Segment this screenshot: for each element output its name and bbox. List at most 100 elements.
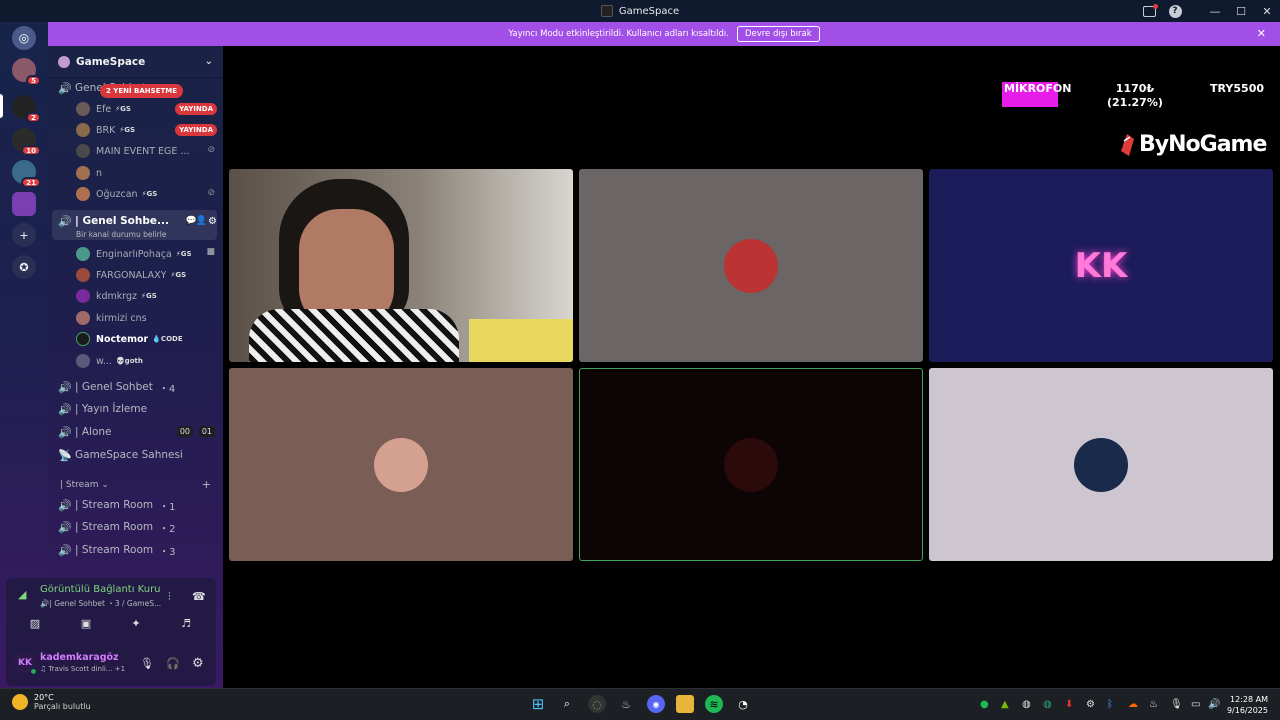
voice-user[interactable]: MAIN EVENT EGE ... ⊘ — [76, 141, 223, 161]
voice-user[interactable]: kirmizi cns — [76, 308, 223, 328]
microphone-icon[interactable]: 🎙 — [140, 657, 154, 670]
user-tag: ⚡GS — [141, 292, 157, 300]
invite-icon[interactable]: 👤 — [196, 216, 207, 226]
headphones-icon[interactable]: 🎧 — [166, 657, 180, 670]
gear-icon[interactable]: ⚙ — [208, 216, 217, 227]
nvidia-icon[interactable]: ▲ — [1001, 699, 1009, 710]
microphone-icon[interactable]: 🎙 — [1170, 699, 1183, 710]
noise-suppression-icon[interactable]: ⫶ — [168, 590, 171, 604]
deafened-icon: ⊘ — [207, 188, 215, 198]
soundboard-icon[interactable]: ♬ — [179, 616, 193, 630]
channel-item[interactable]: 🔊 | Alone 00 01 — [48, 422, 223, 442]
disconnect-icon[interactable]: ☎ — [192, 590, 206, 603]
channel-label: | Genel Sohbet — [75, 381, 153, 393]
voice-user[interactable]: Noctemor 💧CODE — [76, 329, 223, 349]
stream-room-item[interactable]: 🔊 | Stream Room ・1 — [48, 495, 223, 515]
voice-user[interactable]: BRK ⚡GS YAYINDA — [76, 120, 223, 140]
cloud-icon[interactable]: ☁ — [1128, 699, 1138, 710]
guild-5[interactable] — [12, 192, 36, 216]
guild-4[interactable]: 21 — [12, 160, 41, 188]
explore-button[interactable]: ✪ — [12, 255, 36, 279]
speaker-icon: 🔊 — [58, 380, 72, 394]
user-tag: ⚡GS — [170, 271, 187, 279]
screen-share-icon[interactable]: ▣ — [79, 616, 93, 630]
spotify-icon[interactable]: ≋ — [705, 695, 723, 713]
voice-user[interactable]: n — [76, 163, 223, 183]
chevron-down-icon: ⌄ — [204, 56, 213, 67]
guild-2[interactable]: 2 — [12, 95, 41, 123]
clock-date: 9/16/2025 — [1226, 706, 1268, 715]
activity-icon[interactable]: ✦ — [129, 616, 143, 630]
avatar — [724, 238, 778, 293]
goal-target: TRY5500 — [1210, 82, 1264, 95]
guild-3[interactable]: 10 — [12, 128, 41, 156]
voice-channel[interactable]: 🔊| Genel Sohbet ・3 / GameS... — [40, 598, 161, 609]
steam-tray-icon[interactable]: ♨ — [1149, 699, 1158, 710]
weather-icon — [12, 694, 28, 710]
avatar — [76, 123, 90, 137]
user-name: MAIN EVENT EGE ... — [96, 145, 190, 157]
guild-1[interactable]: 5 — [12, 58, 41, 86]
spotify-tray-icon[interactable]: ● — [980, 699, 989, 710]
voice-user[interactable]: Oğuzcan ⚡GS ⊘ — [76, 184, 223, 204]
network-icon[interactable]: ▭ — [1191, 699, 1200, 710]
stream-room-item[interactable]: 🔊 | Stream Room ・2 — [48, 517, 223, 537]
add-channel-icon[interactable]: + — [202, 478, 211, 491]
video-tile-5[interactable] — [579, 368, 923, 561]
deafened-icon: ⊘ — [207, 145, 215, 155]
app-icon-2[interactable]: ◔ — [734, 695, 752, 713]
steam-icon[interactable]: ♨ — [617, 695, 635, 713]
folder-icon[interactable] — [676, 695, 694, 713]
voice-user[interactable]: kdmkrgz ⚡GS — [76, 286, 223, 306]
tray-icon[interactable]: ◍ — [1022, 699, 1031, 710]
tray-icon[interactable]: ⚙ — [1086, 699, 1095, 710]
camera-icon: ■ — [206, 247, 215, 257]
maximize-button[interactable]: ☐ — [1228, 0, 1254, 22]
user-name: BRK — [96, 124, 116, 136]
close-icon[interactable]: ✕ — [1257, 27, 1266, 40]
channel-selected[interactable]: 🔊 | Genel Sohbe... 💬 👤 ⚙ — [48, 211, 223, 231]
voice-user[interactable]: FARGONALAXY ⚡GS — [76, 265, 223, 285]
avatar — [76, 289, 90, 303]
add-server-button[interactable]: + — [12, 223, 36, 247]
app-icon[interactable]: ◌ — [588, 695, 606, 713]
avatar[interactable]: KK — [14, 652, 37, 675]
inbox-button[interactable] — [1136, 0, 1162, 22]
server-header[interactable]: GameSpace ⌄ — [48, 46, 223, 78]
search-icon[interactable]: ⌕ — [558, 695, 576, 713]
disable-streamer-mode-button[interactable]: Devre dışı bırak — [736, 26, 820, 42]
video-tile-2[interactable] — [579, 169, 923, 362]
bluetooth-icon[interactable]: ᛒ — [1107, 699, 1113, 710]
category-label: | Stream — [60, 480, 99, 490]
help-button[interactable]: ? — [1162, 0, 1188, 22]
new-mentions-pill[interactable]: 2 YENİ BAHSETME — [100, 84, 184, 98]
stream-room-item[interactable]: 🔊 | Stream Room ・3 — [48, 540, 223, 560]
username[interactable]: kademkaragöz — [40, 652, 119, 663]
category-stream[interactable]: | Stream ⌄ — [60, 480, 109, 490]
avatar — [76, 144, 90, 158]
tray-icon[interactable]: ⬇ — [1065, 699, 1073, 710]
camera-off-icon[interactable]: ▨ — [28, 616, 42, 630]
channel-status[interactable]: Bir kanal durumu belirle — [76, 230, 166, 239]
close-window-button[interactable]: ✕ — [1254, 0, 1280, 22]
volume-icon[interactable]: 🔊 — [1208, 699, 1220, 710]
video-tile-webcam[interactable] — [229, 169, 573, 362]
channel-item[interactable]: 🔊 | Genel Sohbet ・4 — [48, 377, 223, 397]
clock[interactable]: 12:28 AM 9/16/2025 — [1227, 694, 1268, 716]
start-icon[interactable]: ⊞ — [529, 695, 547, 713]
weather-widget[interactable]: 20°C Parçalı bulutlu — [12, 693, 91, 711]
video-tile-4[interactable] — [229, 368, 573, 561]
tray-icon[interactable]: ◍ — [1043, 699, 1052, 710]
channel-item[interactable]: 🔊 | Yayın İzleme — [48, 399, 223, 419]
video-tile-kk[interactable]: KK — [929, 169, 1273, 362]
discord-home-button[interactable]: ◎ — [12, 26, 36, 50]
voice-user[interactable]: EnginarlıPohaça ⚡GS ■ — [76, 244, 223, 264]
voice-status[interactable]: Görüntülü Bağlantı Kuruldu — [40, 584, 160, 595]
discord-icon[interactable]: ◉ — [647, 695, 665, 713]
gear-icon[interactable]: ⚙ — [192, 656, 204, 671]
video-tile-6[interactable] — [929, 368, 1273, 561]
voice-user[interactable]: Efe ⚡GS YAYINDA — [76, 99, 223, 119]
minimize-button[interactable]: — — [1202, 0, 1228, 22]
channel-item[interactable]: 📡 GameSpace Sahnesi — [48, 445, 223, 465]
voice-user[interactable]: w... 💀goth — [76, 351, 223, 371]
